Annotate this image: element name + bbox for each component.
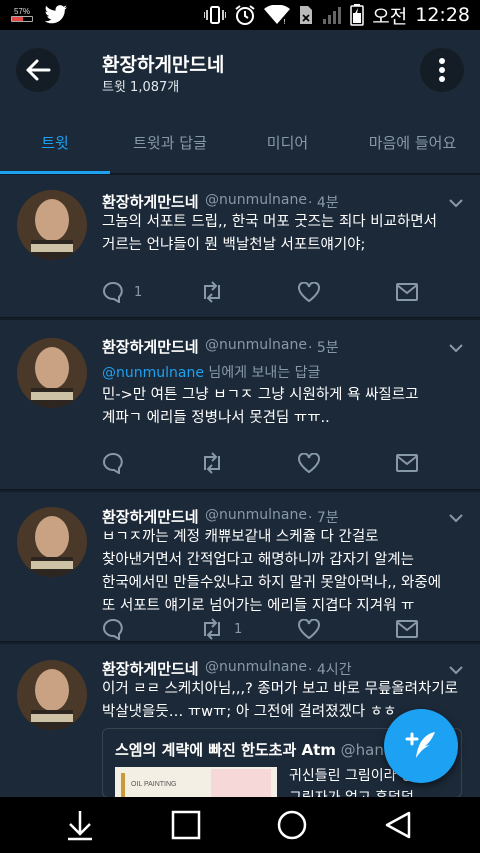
retweet-icon (204, 281, 220, 303)
reply-icon (103, 452, 123, 474)
reply-mention[interactable]: @nunmulnane (102, 365, 204, 381)
tweet[interactable]: 환장하게만드네 @nunmulnane · 5분 @nunmulnane 님에게… (0, 320, 480, 490)
tweet-text: ㅂㄱㅈ까는 계정 캐쀼보같내 스케쥴 다 간걸로 찾아낸거면서 간적업다고 해명… (102, 529, 442, 614)
retweet-button[interactable] (200, 279, 224, 305)
reply-count: 1 (134, 284, 143, 300)
author-handle: @nunmulnane (205, 507, 307, 523)
envelope-icon (396, 454, 418, 472)
system-nav-bar (0, 797, 480, 853)
avatar[interactable] (17, 338, 87, 408)
envelope-icon (396, 283, 418, 301)
clock-ampm: 오전 (372, 5, 408, 28)
battery-percent: 57% (13, 7, 30, 16)
signal-icon (322, 5, 342, 25)
retweet-icon (204, 452, 220, 474)
card-title: 스엠의 계략에 빠진 한도초과 Atm @hando (115, 739, 403, 760)
author-name[interactable]: 환장하게만드네 (102, 506, 199, 527)
wifi-icon: ! (264, 5, 291, 25)
tweet-actions: 1 (102, 616, 422, 642)
retweet-icon (204, 618, 220, 640)
author-handle: @nunmulnane (205, 192, 307, 208)
chevron-down-icon[interactable] (448, 340, 464, 356)
retweet-button[interactable]: 1 (200, 616, 242, 642)
no-sim-icon (298, 5, 314, 25)
battery-small-icon: 57% (8, 7, 36, 23)
message-button[interactable] (396, 450, 418, 476)
reply-icon (103, 618, 123, 640)
tweet[interactable]: 환장하게만드네 @nunmulnane · 7분 ㅂㄱㅈ까는 계정 캐쀼보같내 … (0, 492, 480, 642)
reply-button[interactable]: 1 (102, 279, 142, 305)
avatar[interactable] (17, 660, 87, 730)
tweet-time: · 7분 (308, 510, 339, 526)
tab-tweets-and-replies[interactable]: 트윗과 답글 (110, 110, 230, 174)
arrow-left-icon (26, 59, 51, 81)
avatar[interactable] (17, 507, 87, 577)
tweet-text: 민->만 여튼 그냥 ㅂㄱㅈ 그냥 시원하게 욕 싸질르고 계파ㄱ 에리들 정병… (102, 387, 419, 426)
tweet[interactable]: 환장하게만드네 @nunmulnane · 4분 그놈의 서포트 드립,, 한국… (0, 175, 480, 318)
chevron-down-icon[interactable] (448, 195, 464, 211)
tweet-time: · 4분 (308, 195, 339, 211)
author-handle: @nunmulnane (205, 337, 307, 353)
tab-media[interactable]: 미디어 (230, 110, 345, 174)
status-bar: 57% ! 오전 12:28 (0, 0, 480, 30)
overflow-menu-button[interactable] (420, 48, 464, 92)
battery-icon (350, 4, 365, 26)
nav-home-button[interactable] (272, 805, 312, 845)
like-button[interactable] (298, 450, 320, 476)
download-icon (68, 811, 92, 841)
alarm-icon (234, 4, 256, 26)
tweet-count: 트윗 1,087개 (102, 80, 180, 95)
clock-time: 12:28 (415, 4, 470, 26)
back-triangle-icon (385, 811, 411, 839)
card-image-caption: OIL PAINTING (131, 781, 177, 788)
svg-text:!: ! (283, 18, 286, 25)
circle-icon (277, 810, 307, 840)
chevron-down-icon[interactable] (448, 510, 464, 526)
like-button[interactable] (298, 616, 320, 642)
square-icon (171, 810, 201, 840)
back-button[interactable] (16, 48, 60, 92)
card-author: 스엠의 계략에 빠진 한도초과 Atm (115, 741, 336, 759)
author-handle: @nunmulnane (205, 659, 307, 675)
reply-icon (103, 281, 123, 303)
nav-recents-button[interactable] (166, 805, 206, 845)
heart-icon (298, 619, 320, 639)
reply-context: @nunmulnane 님에게 보내는 답글 (102, 362, 320, 382)
tweet-time: · 4시간 (308, 662, 352, 678)
heart-icon (298, 453, 320, 473)
message-button[interactable] (396, 616, 418, 642)
envelope-icon (396, 620, 418, 638)
tab-tweets[interactable]: 트윗 (0, 110, 110, 174)
more-vertical-icon (439, 58, 445, 82)
profile-header: 환장하게만드네 트윗 1,087개 (0, 30, 480, 110)
compose-tweet-icon (405, 732, 435, 758)
chevron-down-icon[interactable] (448, 662, 464, 678)
retweet-button[interactable] (200, 450, 224, 476)
vibrate-icon (204, 5, 227, 25)
reply-button[interactable] (102, 616, 124, 642)
card-image: OIL PAINTING (115, 767, 277, 797)
avatar[interactable] (17, 190, 87, 260)
tweet-actions (102, 450, 422, 476)
author-name[interactable]: 환장하게만드네 (102, 658, 199, 679)
heart-icon (298, 282, 320, 302)
nav-back-button[interactable] (378, 805, 418, 845)
tweet-time: · 5분 (308, 340, 339, 356)
tweet-text: 그놈의 서포트 드립,, 한국 머포 굿즈는 죄다 비교하면서 거르는 언냐들이… (102, 214, 437, 253)
message-button[interactable] (396, 279, 418, 305)
tweet-actions: 1 (102, 279, 422, 305)
reply-suffix: 님에게 보내는 답글 (203, 365, 321, 381)
nav-download-button[interactable] (60, 805, 100, 845)
tab-likes[interactable]: 마음에 들어요 (345, 110, 480, 174)
like-button[interactable] (298, 279, 320, 305)
twitter-bird-icon (44, 5, 68, 25)
reply-button[interactable] (102, 450, 124, 476)
profile-tabs: 트윗 트윗과 답글 미디어 마음에 들어요 (0, 110, 480, 174)
compose-tweet-button[interactable] (384, 709, 458, 783)
retweet-count: 1 (234, 621, 243, 637)
author-name[interactable]: 환장하게만드네 (102, 336, 199, 357)
tweet-feed: 환장하게만드네 @nunmulnane · 4분 그놈의 서포트 드립,, 한국… (0, 175, 480, 797)
page-title: 환장하게만드네 (102, 54, 225, 76)
author-name[interactable]: 환장하게만드네 (102, 191, 199, 212)
